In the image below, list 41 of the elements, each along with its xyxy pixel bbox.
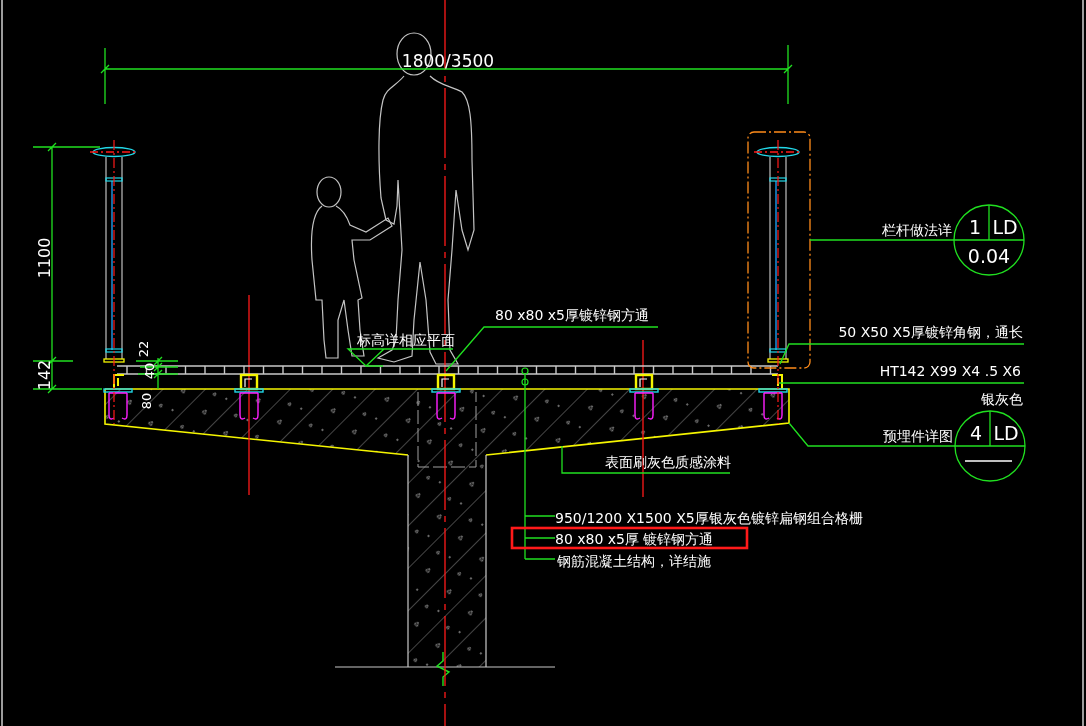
callout-number: 1: [968, 216, 982, 238]
break-line-icon: [435, 651, 451, 687]
annotation-text: HT142 X99 X4 .5 X6: [879, 363, 1021, 379]
base-plate: [103, 388, 133, 393]
dimension-line: [135, 356, 179, 390]
callout-number: 4: [969, 422, 983, 444]
steel-tube: [113, 374, 125, 390]
annotation-text: 950/1200 X1500 X5厚银灰色镀锌扁钢组合格栅: [555, 510, 863, 526]
anchor-bar: [763, 392, 783, 420]
anchor-bar: [239, 392, 259, 420]
base-plate: [431, 388, 461, 393]
annotation-text: 钢筋混凝土结构，详结施: [557, 553, 711, 569]
base-plate: [758, 388, 788, 393]
annotation-text: 50 X50 X5厚镀锌角钢，通长: [838, 324, 1023, 340]
node-marker-icon: [521, 367, 529, 375]
callout-label: 预埋件详图: [883, 428, 953, 444]
callout-sheet: LD: [992, 216, 1018, 238]
callout-label: 栏杆做法详: [882, 222, 952, 238]
dimension-value: 80: [138, 392, 154, 410]
anchor-bar: [634, 392, 654, 420]
steel-tube: [771, 374, 783, 390]
dimension-value: 142: [34, 359, 54, 391]
base-plate: [629, 388, 659, 393]
callout-sheet: LD: [993, 422, 1019, 444]
node-marker-icon: [521, 378, 529, 386]
base-plate: [234, 388, 264, 393]
annotation-text: 80 x80 x5厚镀锌钢方通: [495, 307, 649, 323]
anchor-bar: [436, 392, 456, 420]
steel-tube: [436, 373, 456, 391]
detail-callout-circle: [954, 410, 1026, 482]
steel-tube: [634, 373, 654, 391]
dimension-value: 40: [141, 362, 157, 380]
annotation-text: 80 x80 x5厚 镀锌钢方通: [555, 531, 714, 547]
blank-page-line: [964, 460, 1013, 462]
annotation-text: 银灰色: [981, 391, 1023, 407]
steel-tube: [239, 373, 259, 391]
callout-page: 0.04: [967, 245, 1011, 267]
anchor-bar: [108, 392, 128, 420]
detail-callout-circle: [953, 204, 1025, 276]
dimension-value: 1100: [34, 237, 54, 279]
dimension-value: 22: [135, 340, 151, 358]
